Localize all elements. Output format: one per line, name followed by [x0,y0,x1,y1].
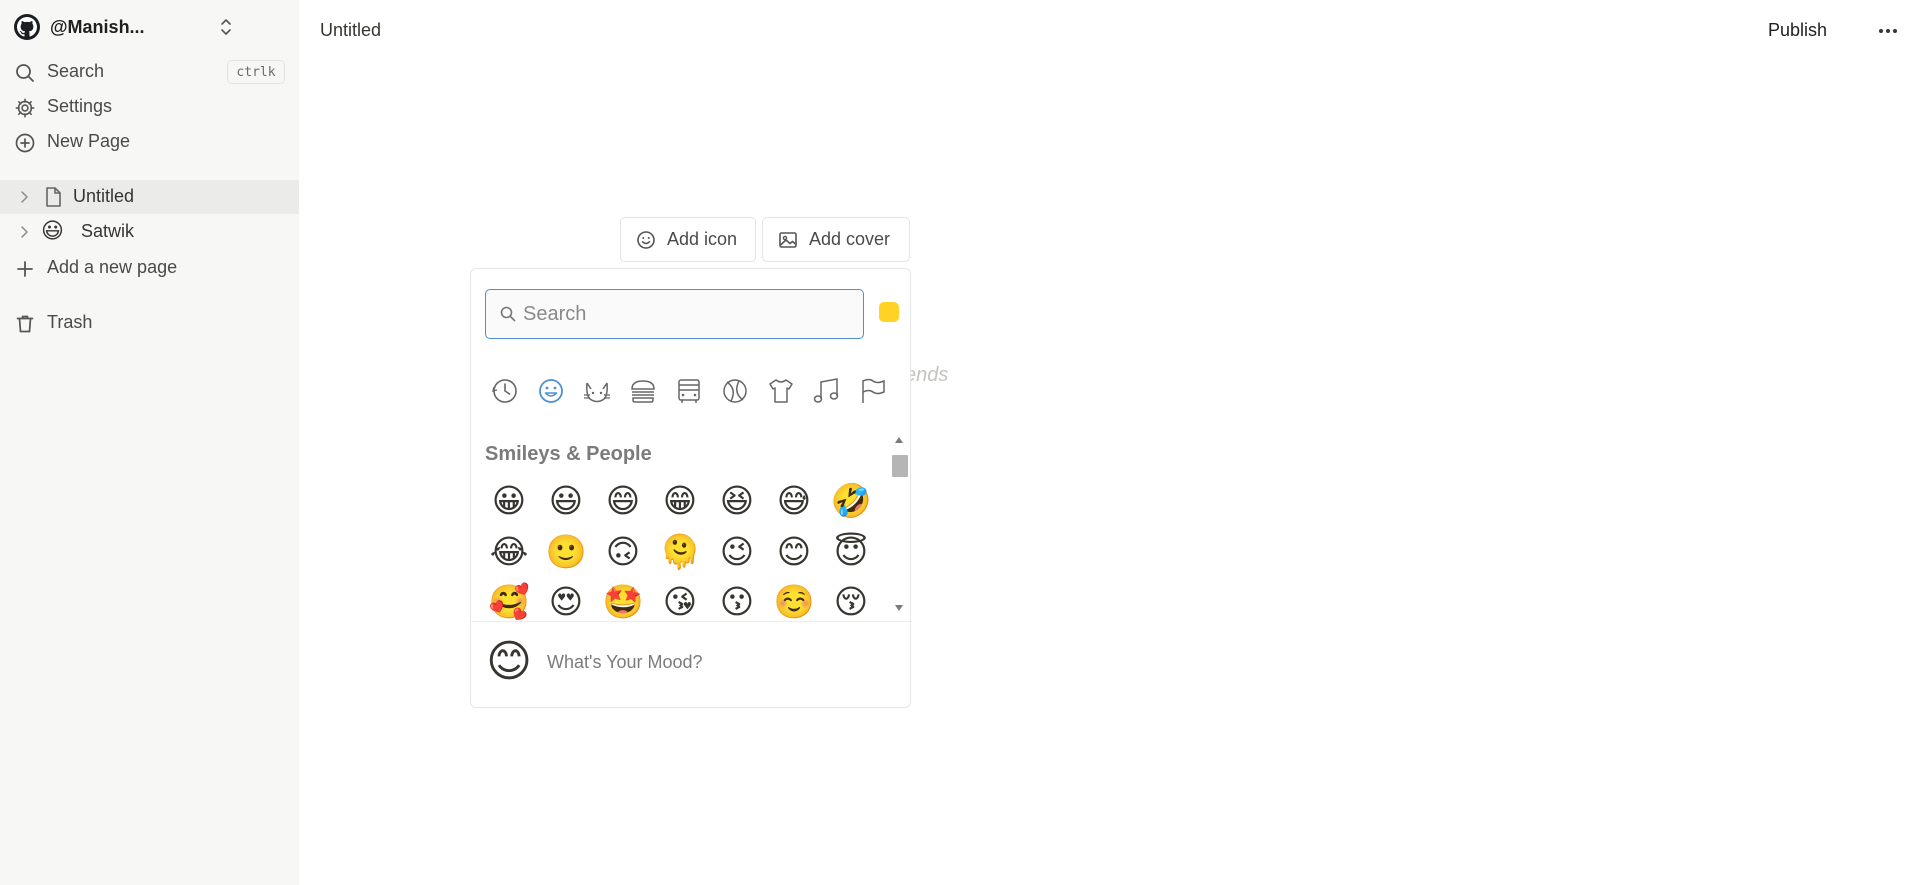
page-label: Untitled [73,186,135,206]
search-label: Search [47,61,105,81]
sidebar-search[interactable]: Search ctrlk [0,54,299,89]
github-logo-icon [14,14,40,40]
emoji-item[interactable]: ☺️ [770,578,818,621]
gear-icon [15,98,35,118]
symbols-icon[interactable] [811,375,843,407]
scroll-down-arrow-icon[interactable] [895,605,903,611]
emoji-item[interactable]: 😇 [827,528,875,576]
editor-placeholder-text: ends [905,364,949,386]
skin-tone-selector[interactable] [879,302,899,322]
emoji-item[interactable]: 😆 [713,477,761,525]
mood-preview-emoji: 😊 [486,636,532,687]
flags-icon[interactable] [857,375,889,407]
add-cover-button[interactable]: Add cover [762,217,910,262]
settings-label: Settings [47,96,113,116]
chevron-right-icon[interactable] [17,225,31,239]
emoji-item[interactable]: 🥰 [485,578,533,621]
emoji-category-bar [489,375,889,407]
emoji-item[interactable]: 😁 [656,477,704,525]
emoji-item[interactable]: 😍 [542,578,590,621]
new-page-label: New Page [47,131,131,151]
smileys-icon[interactable] [535,375,567,407]
page-label: Satwik [81,221,135,241]
emoji-item[interactable]: 😉 [713,528,761,576]
search-icon [16,64,34,82]
emoji-item[interactable]: 😊 [770,528,818,576]
trash-icon [16,315,34,333]
food-icon[interactable] [627,375,659,407]
mood-prompt-text: What's Your Mood? [547,652,703,672]
chevron-up-down-icon[interactable] [218,16,234,38]
add-icon-button[interactable]: Add icon [620,217,756,262]
add-page-label: Add a new page [47,257,178,277]
emoji-item[interactable]: 😚 [827,578,875,621]
trash-label: Trash [47,312,93,332]
sidebar-page-untitled[interactable]: Untitled [0,180,299,214]
emoji-search-input[interactable] [523,302,843,326]
plus-circle-icon [15,133,35,153]
add-icon-label: Add icon [667,229,738,249]
sidebar-settings[interactable]: Settings [0,89,299,124]
emoji-item[interactable]: 😀 [485,477,533,525]
sidebar-page-satwik[interactable]: 😃 Satwik [0,215,299,249]
emoji-row: 😀 😃 😄 😁 😆 😅 🤣 [485,477,895,527]
emoji-row: 🥰 😍 🤩 😘 😗 ☺️ 😚 [485,578,895,621]
emoji-row: 😂 🙂 🙃 🫠 😉 😊 😇 [485,528,895,578]
image-icon [779,231,797,248]
more-options-icon[interactable] [1876,20,1900,42]
activity-icon[interactable] [719,375,751,407]
sidebar-trash[interactable]: Trash [0,305,299,340]
emoji-picker: Smileys & People 😀 😃 😄 😁 😆 😅 🤣 😂 🙂 🙃 🫠 😉… [470,268,912,709]
objects-icon[interactable] [765,375,797,407]
emoji-item[interactable]: 🤩 [599,578,647,621]
sidebar: @Manish... Search ctrlk Settings New Pag… [0,0,299,885]
sidebar-add-page[interactable]: Add a new page [0,250,299,285]
emoji-list-scrollbar[interactable] [891,433,908,617]
emoji-item[interactable]: 🙃 [599,528,647,576]
search-shortcut-badge: ctrlk [227,60,285,84]
add-cover-label: Add cover [809,229,891,249]
publish-button[interactable]: Publish [1768,20,1827,41]
workspace-name: @Manish... [50,16,145,37]
emoji-list: Smileys & People 😀 😃 😄 😁 😆 😅 🤣 😂 🙂 🙃 🫠 😉… [471,433,912,621]
emoji-section-title: Smileys & People [485,443,652,465]
emoji-item[interactable]: 🫠 [656,528,704,576]
emoji-item[interactable]: 😂 [485,528,533,576]
plus-icon [17,261,33,277]
emoji-item[interactable]: 🙂 [542,528,590,576]
scrollbar-thumb[interactable] [892,455,908,477]
emoji-item[interactable]: 😘 [656,578,704,621]
page-title-breadcrumb[interactable]: Untitled [320,20,381,41]
emoji-preview-footer: 😊 What's Your Mood? [471,621,912,709]
emoji-item[interactable]: 😅 [770,477,818,525]
recent-icon[interactable] [489,375,521,407]
search-icon [500,306,516,322]
workspace-switcher[interactable]: @Manish... [14,14,234,40]
sidebar-new-page[interactable]: New Page [0,124,299,159]
emoji-search-field[interactable] [485,289,864,339]
scroll-up-arrow-icon[interactable] [895,437,903,443]
smiley-icon [637,230,655,249]
page-icon [46,187,61,207]
emoji-item[interactable]: 🤣 [827,477,875,525]
page-emoji-icon: 😃 [41,219,64,244]
travel-icon[interactable] [673,375,705,407]
emoji-item[interactable]: 😄 [599,477,647,525]
emoji-item[interactable]: 😃 [542,477,590,525]
animals-icon[interactable] [581,375,613,407]
emoji-item[interactable]: 😗 [713,578,761,621]
chevron-right-icon[interactable] [17,190,31,204]
